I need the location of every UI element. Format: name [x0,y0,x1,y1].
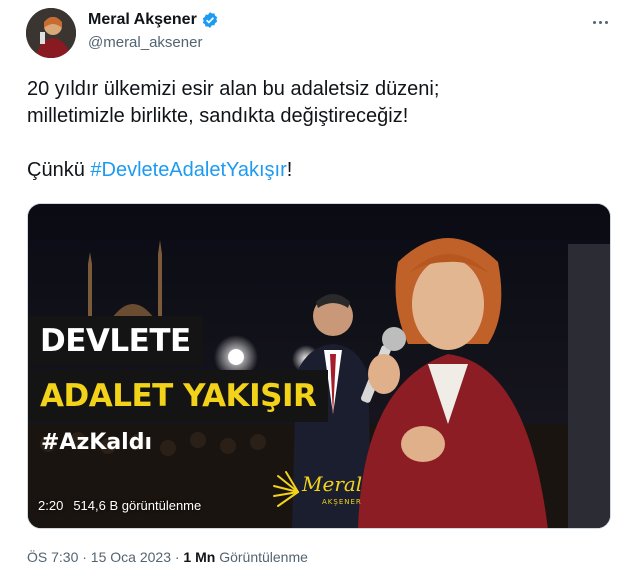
video-player[interactable]: DEVLETE ADALET YAKIŞIR #AzKaldı Meral AK… [27,203,611,529]
video-duration: 2:20 [38,498,64,513]
more-options-icon[interactable] [588,12,612,32]
view-count: 1 Mn [183,549,216,565]
banner-line-2: ADALET YAKIŞIR [28,370,329,422]
user-handle[interactable]: @meral_aksener [88,34,202,51]
signature-logo: Meral AKŞENER [272,466,382,512]
tweet-line: milletimizle birlikte, sandıkta değiştir… [27,105,409,127]
tweet-card: Meral Akşener @meral_aksener 20 yıldır ü… [0,0,640,583]
tweet-line: 20 yıldır ülkemizi esir alan bu adaletsi… [27,78,440,100]
video-hashtag-overlay: #AzKaldı [41,430,152,455]
tweet-text: 20 yıldır ülkemizi esir alan bu adaletsi… [27,76,617,184]
tweet-timestamp[interactable]: ÖS 7:30 · 15 Oca 2023 · 1 Mn Görüntülenm… [27,549,308,565]
display-name[interactable]: Meral Akşener [88,11,197,29]
tweet-line: Çünkü #DevleteAdaletYakışır! [27,159,293,181]
signature-name: Meral [302,472,363,496]
video-views: 514,6 B görüntülenme [73,498,202,513]
sun-rays-icon [273,471,299,507]
hashtag-link[interactable]: #DevleteAdaletYakışır [90,159,286,181]
banner-line-1: DEVLETE [28,316,203,366]
verified-badge-icon [202,12,217,28]
user-name[interactable]: Meral Akşener [88,11,219,29]
avatar[interactable] [26,8,76,58]
video-meta: 2:20 514,6 B görüntülenme [38,498,201,513]
signature-sub: AKŞENER [322,498,362,506]
